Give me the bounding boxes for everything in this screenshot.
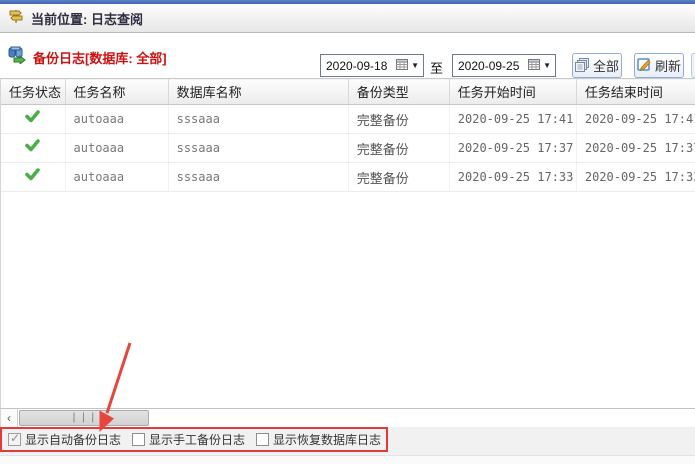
all-button[interactable]: 全部 — [572, 53, 622, 78]
clipped-button-edge — [691, 53, 695, 78]
col-task-name[interactable]: 任务名称 — [65, 79, 168, 105]
chevron-down-icon[interactable]: ▼ — [410, 61, 420, 70]
table-row[interactable]: autoaaa sssaaa 完整备份 2020-09-25 17:37:00 … — [1, 134, 695, 163]
chevron-down-icon[interactable]: ▼ — [542, 61, 552, 70]
cell-end-time: 2020-09-25 17:33:06 — [576, 163, 695, 192]
date-from-value: 2020-09-18 — [326, 59, 396, 73]
page-title: 当前位置: 日志查阅 — [31, 9, 143, 28]
calendar-icon[interactable] — [528, 57, 540, 75]
refresh-button[interactable]: 刷新 — [634, 53, 684, 78]
section-title: 备份日志[数据库: 全部] — [8, 46, 167, 69]
success-check-icon — [1, 134, 65, 163]
col-db-name[interactable]: 数据库名称 — [168, 79, 348, 105]
highlight-red-box: 显示自动备份日志 显示手工备份日志 显示恢复数据库日志 — [0, 427, 388, 452]
horizontal-scrollbar[interactable]: ‹ ❘❘❘ — [0, 408, 695, 427]
log-table-container: 任务状态 任务名称 数据库名称 备份类型 任务开始时间 任务结束时间 autoa… — [0, 78, 695, 408]
cell-backup-type: 完整备份 — [348, 134, 449, 163]
cell-end-time: 2020-09-25 17:37:07 — [576, 134, 695, 163]
refresh-button-label: 刷新 — [655, 56, 681, 75]
log-filter-panel: 显示自动备份日志 显示手工备份日志 显示恢复数据库日志 — [0, 427, 695, 455]
cell-db-name: sssaaa — [168, 105, 348, 134]
scrollbar-thumb[interactable]: ❘❘❘ — [19, 410, 149, 426]
section-title-label: 备份日志[数据库: 全部] — [33, 48, 167, 67]
copy-pages-icon — [575, 57, 590, 75]
cell-start-time: 2020-09-25 17:41:00 — [449, 105, 576, 134]
location-bar: 当前位置: 日志查阅 — [0, 4, 695, 33]
date-to-value: 2020-09-25 — [458, 59, 528, 73]
col-end-time[interactable]: 任务结束时间 — [576, 79, 695, 105]
table-header-row: 任务状态 任务名称 数据库名称 备份类型 任务开始时间 任务结束时间 — [1, 79, 695, 105]
col-backup-type[interactable]: 备份类型 — [348, 79, 449, 105]
bottom-margin — [0, 455, 695, 464]
manual-backup-log-label: 显示手工备份日志 — [149, 431, 245, 448]
manual-backup-log-filter[interactable]: 显示手工备份日志 — [132, 431, 245, 448]
all-button-label: 全部 — [593, 56, 619, 75]
scrollbar-grip-icon: ❘❘❘ — [70, 413, 98, 423]
cell-end-time: 2020-09-25 17:41:06 — [576, 105, 695, 134]
cell-task-name: autoaaa — [65, 163, 168, 192]
toolbar: 备份日志[数据库: 全部] 2020-09-18 ▼ 至 2020-09-25 … — [0, 33, 695, 78]
table-row[interactable]: autoaaa sssaaa 完整备份 2020-09-25 17:33:00 … — [1, 163, 695, 192]
cell-task-name: autoaaa — [65, 134, 168, 163]
cell-start-time: 2020-09-25 17:37:00 — [449, 134, 576, 163]
col-task-status[interactable]: 任务状态 — [1, 79, 65, 105]
success-check-icon — [1, 105, 65, 134]
cell-task-name: autoaaa — [65, 105, 168, 134]
table-row[interactable]: autoaaa sssaaa 完整备份 2020-09-25 17:41:00 … — [1, 105, 695, 134]
date-range-to-label: 至 — [430, 58, 443, 77]
col-start-time[interactable]: 任务开始时间 — [449, 79, 576, 105]
cell-backup-type: 完整备份 — [348, 105, 449, 134]
restore-db-log-checkbox[interactable] — [256, 433, 269, 446]
auto-backup-log-checkbox[interactable] — [8, 433, 21, 446]
date-to-field[interactable]: 2020-09-25 ▼ — [452, 54, 556, 77]
restore-db-log-filter[interactable]: 显示恢复数据库日志 — [256, 431, 381, 448]
cell-backup-type: 完整备份 — [348, 163, 449, 192]
auto-backup-log-filter[interactable]: 显示自动备份日志 — [8, 431, 121, 448]
restore-db-log-label: 显示恢复数据库日志 — [273, 431, 381, 448]
scroll-left-arrow-icon[interactable]: ‹ — [1, 409, 18, 427]
date-from-field[interactable]: 2020-09-18 ▼ — [320, 54, 424, 77]
signpost-icon — [8, 8, 24, 29]
auto-backup-log-label: 显示自动备份日志 — [25, 431, 121, 448]
view-logs-icon — [8, 46, 27, 69]
cell-db-name: sssaaa — [168, 163, 348, 192]
success-check-icon — [1, 163, 65, 192]
calendar-icon[interactable] — [396, 57, 408, 75]
cell-start-time: 2020-09-25 17:33:00 — [449, 163, 576, 192]
cell-db-name: sssaaa — [168, 134, 348, 163]
manual-backup-log-checkbox[interactable] — [132, 433, 145, 446]
log-table: 任务状态 任务名称 数据库名称 备份类型 任务开始时间 任务结束时间 autoa… — [1, 78, 695, 192]
refresh-edit-icon — [637, 57, 652, 75]
